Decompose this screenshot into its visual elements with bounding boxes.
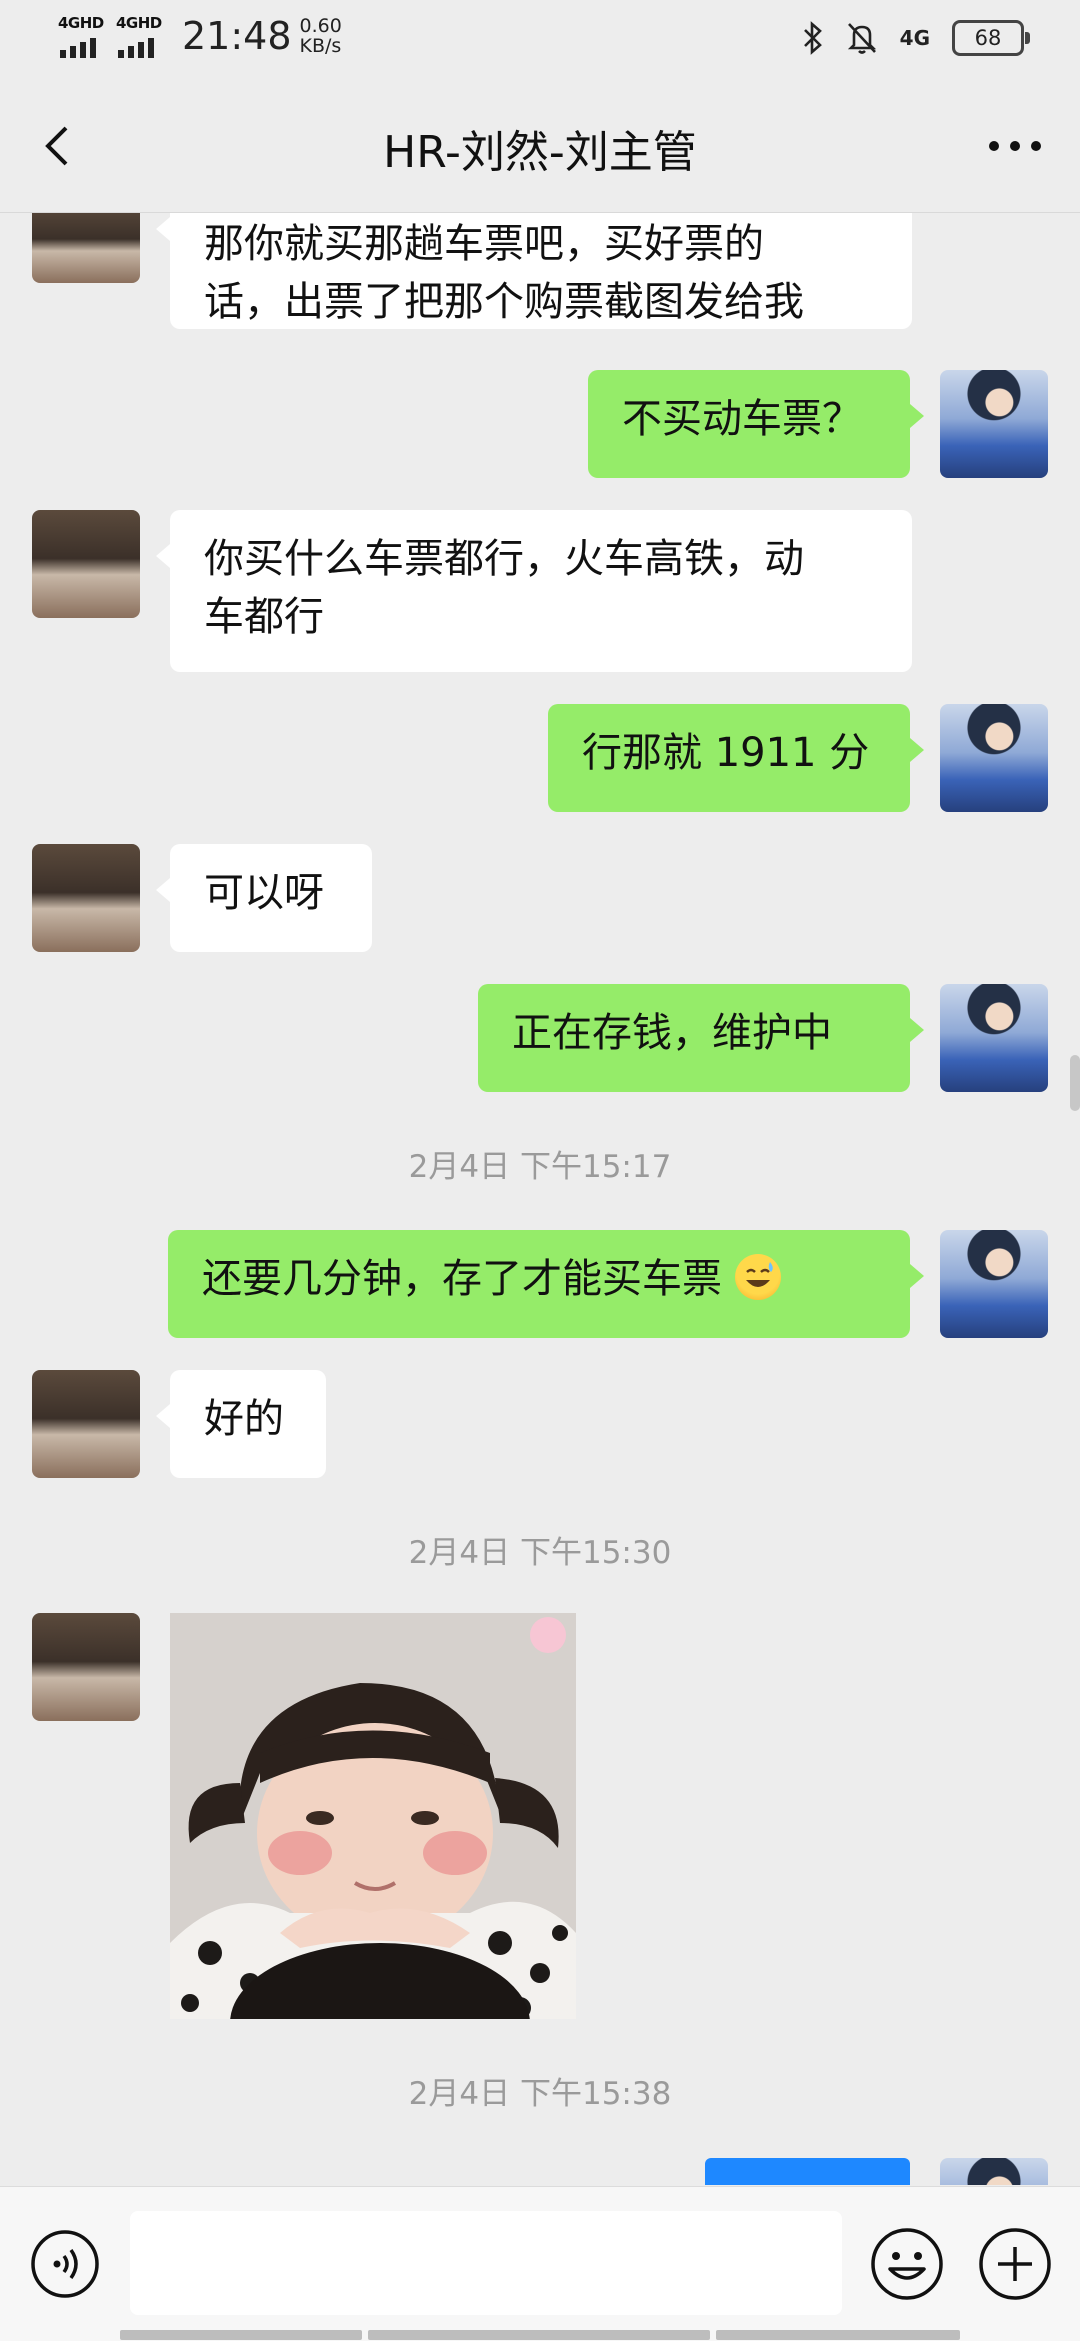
- clock: 21:48: [182, 14, 292, 58]
- speed-unit: KB/s: [299, 35, 342, 57]
- sticker-image: [170, 1613, 576, 2019]
- message-bubble-incoming[interactable]: 可以呀: [156, 844, 372, 952]
- message-bubble-outgoing[interactable]: 还要几分钟，存了才能买车票: [168, 1230, 924, 1338]
- lte-icon: 4G: [899, 26, 930, 50]
- battery-indicator: 68: [952, 20, 1030, 56]
- network-type-1: 4GHD: [58, 14, 104, 32]
- message-text: 可以呀: [204, 870, 324, 916]
- contact-avatar[interactable]: [32, 1370, 140, 1478]
- my-avatar[interactable]: [940, 2158, 1048, 2185]
- message-text: 那你就买那趟车票吧，买好票的: [204, 221, 764, 267]
- message-list[interactable]: 那你就买那趟车票吧，买好票的 话，出票了把那个购票截图发给我 不买动车票？ 你买…: [0, 213, 1080, 2185]
- message-bubble-outgoing[interactable]: 正在存钱，维护中: [478, 984, 924, 1092]
- message-bubble-incoming[interactable]: 你买什么车票都行，火车高铁，动 车都行: [156, 510, 912, 672]
- contact-avatar[interactable]: [32, 213, 140, 283]
- timestamp: 2月4日 下午15:38: [408, 2076, 672, 2112]
- battery-level: 68: [974, 26, 1002, 50]
- message-input[interactable]: [130, 2211, 842, 2315]
- contact-avatar[interactable]: [32, 510, 140, 618]
- bluetooth-icon: [803, 21, 822, 55]
- signal-icon-2: 4GHD: [116, 14, 166, 58]
- image-message[interactable]: [170, 1613, 576, 2019]
- message-text: 行那就 1911 分: [582, 730, 870, 776]
- message-text: 还要几分钟，存了才能买车票: [202, 1256, 722, 1302]
- status-bar: 4GHD 4GHD 21:48 0.60 KB/s 4G 68: [0, 0, 1080, 80]
- message-text: 不买动车票？: [622, 396, 862, 442]
- input-bar: [0, 2186, 1080, 2341]
- message-text: 好的: [204, 1396, 284, 1442]
- message-text: 正在存钱，维护中: [512, 1010, 832, 1056]
- signal-icon-1: 4GHD: [58, 14, 108, 58]
- chat-header: HR-刘然-刘主管: [0, 80, 1080, 213]
- timestamp: 2月4日 下午15:17: [408, 1149, 672, 1185]
- message-text: 你买什么车票都行，火车高铁，动: [204, 536, 804, 582]
- voice-icon[interactable]: [30, 2229, 100, 2299]
- plus-icon[interactable]: [978, 2227, 1052, 2301]
- message-text: 话，出票了把那个购票截图发给我: [204, 279, 804, 325]
- network-speed: 0.60 KB/s: [300, 16, 342, 56]
- scrollbar-thumb[interactable]: [1070, 1055, 1080, 1111]
- message-bubble-incoming[interactable]: 好的: [156, 1370, 326, 1478]
- more-icon[interactable]: [980, 116, 1050, 176]
- my-avatar[interactable]: [940, 984, 1048, 1092]
- speed-value: 0.60: [299, 15, 342, 37]
- message-bubble-incoming[interactable]: 那你就买那趟车票吧，买好票的 话，出票了把那个购票截图发给我: [156, 213, 912, 329]
- contact-avatar[interactable]: [32, 844, 140, 952]
- network-type-2: 4GHD: [116, 14, 162, 32]
- message-text: 车都行: [204, 594, 324, 640]
- message-bubble-outgoing[interactable]: 行那就 1911 分: [548, 704, 924, 812]
- screenshot-message[interactable]: [705, 2158, 910, 2185]
- chat-title: HR-刘然-刘主管: [383, 127, 697, 178]
- message-bubble-outgoing[interactable]: 不买动车票？: [588, 370, 924, 478]
- my-avatar[interactable]: [940, 704, 1048, 812]
- my-avatar[interactable]: [940, 1230, 1048, 1338]
- my-avatar[interactable]: [940, 370, 1048, 478]
- contact-avatar[interactable]: [32, 1613, 140, 1721]
- timestamp: 2月4日 下午15:30: [408, 1535, 672, 1571]
- bottom-gesture-bar: [120, 2330, 960, 2340]
- emoji-icon[interactable]: [870, 2227, 944, 2301]
- grin-sweat-emoji-icon: [734, 1254, 781, 1300]
- mute-icon: [847, 23, 876, 54]
